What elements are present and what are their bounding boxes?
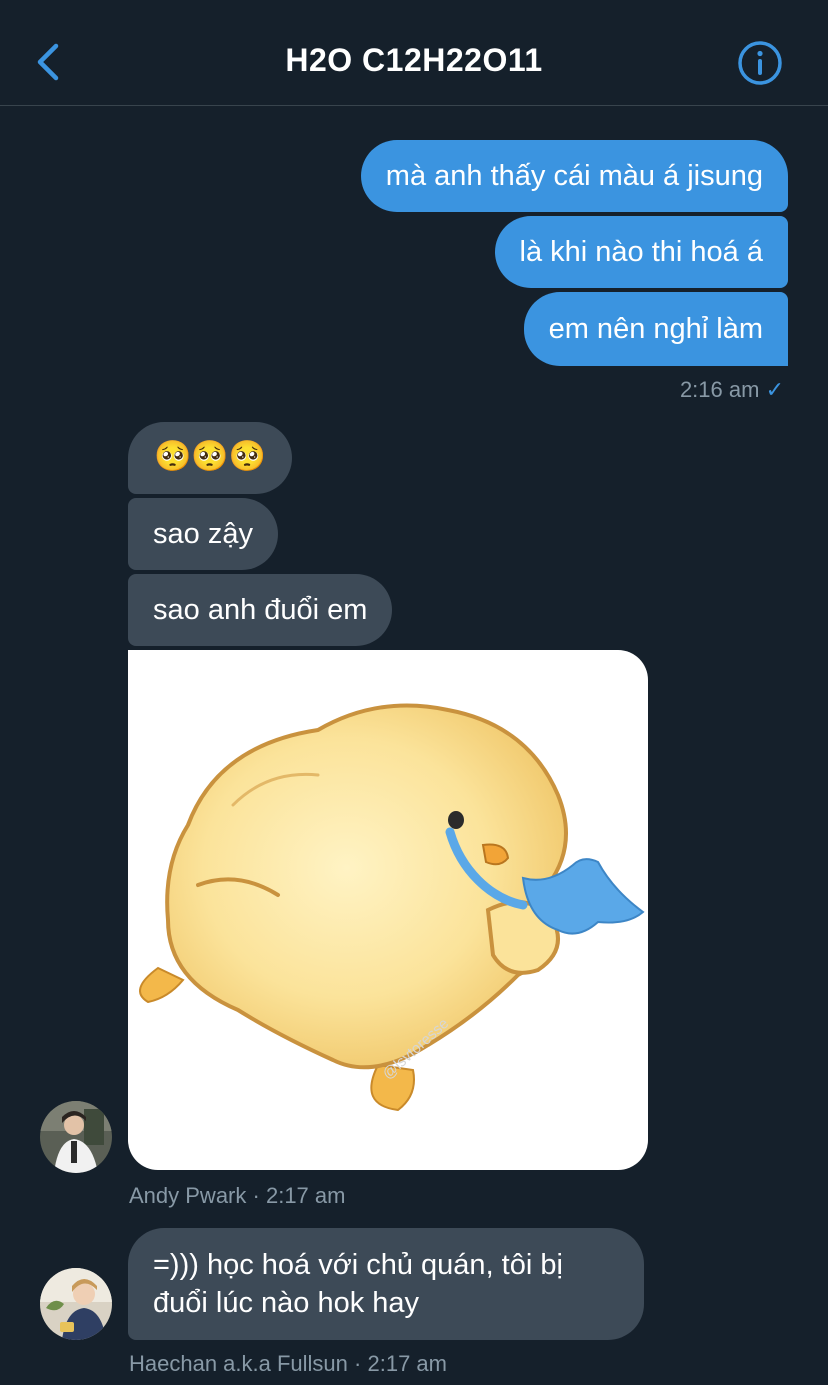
sender-meta: Haechan a.k.a Fullsun · 2:17 am (129, 1351, 447, 1377)
timestamp-text: 2:16 am (679, 377, 760, 402)
avatar[interactable] (40, 1101, 112, 1173)
conversation-title[interactable]: H2O C12H22O11 (0, 42, 828, 79)
meta-separator: · (354, 1351, 362, 1376)
outgoing-message[interactable]: là khi nào thi hoá á (494, 216, 788, 288)
incoming-message[interactable]: sao anh đuổi em (128, 574, 393, 646)
message-text-line: =))) học hoá với chủ quán, tôi bị (153, 1249, 563, 1281)
meta-separator: · (252, 1183, 260, 1208)
crying-chick-sticker: @lsvtoresse (139, 703, 645, 1112)
incoming-message[interactable]: =))) học hoá với chủ quán, tôi bị đuổi l… (128, 1228, 644, 1340)
avatar-photo (40, 1101, 112, 1173)
avatar-photo (40, 1268, 112, 1340)
info-icon (738, 41, 782, 85)
timestamp-text: 2:17 am (265, 1183, 346, 1208)
conversation-header: H2O C12H22O11 (0, 0, 828, 106)
avatar[interactable] (40, 1268, 112, 1340)
timestamp-text: 2:17 am (367, 1351, 447, 1376)
info-button[interactable] (737, 40, 783, 86)
sender-name[interactable]: Andy Pwark (129, 1183, 246, 1208)
sticker-image[interactable]: @lsvtoresse (128, 650, 648, 1170)
sender-meta: Andy Pwark · 2:17 am (129, 1183, 345, 1209)
message-text: mà anh thấy cái màu á jisung (385, 160, 763, 192)
incoming-message[interactable]: sao zậy (128, 498, 278, 570)
message-text-line: đuổi lúc nào hok hay (153, 1287, 420, 1319)
sender-name[interactable]: Haechan a.k.a Fullsun (129, 1351, 348, 1376)
message-text: là khi nào thi hoá á (519, 236, 763, 268)
emoji-text: 🥺🥺🥺 (154, 440, 267, 473)
message-text: sao anh đuổi em (153, 594, 368, 626)
message-timestamp: 2:16 am ✓ (680, 377, 784, 403)
outgoing-message[interactable]: em nên nghỉ làm (523, 292, 788, 366)
message-text: sao zậy (153, 518, 253, 550)
sent-check-icon: ✓ (765, 377, 784, 402)
message-text: em nên nghỉ làm (548, 313, 763, 345)
outgoing-message[interactable]: mà anh thấy cái màu á jisung (360, 140, 788, 212)
incoming-message[interactable]: 🥺🥺🥺 (128, 422, 293, 494)
